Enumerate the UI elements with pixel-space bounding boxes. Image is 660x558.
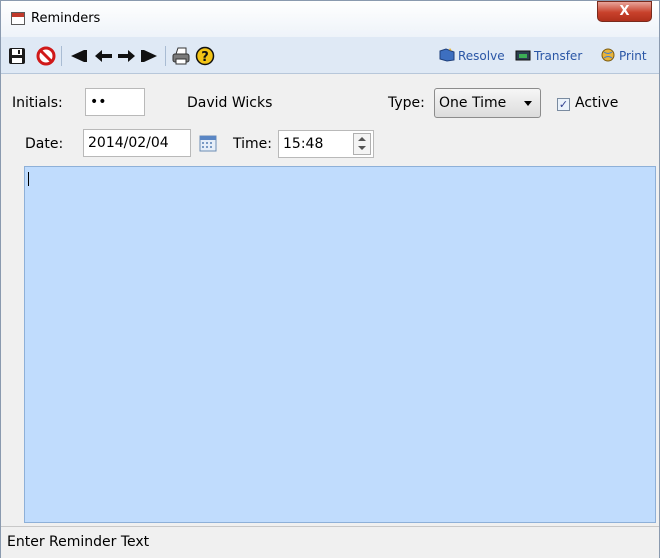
type-label: Type: <box>388 95 425 111</box>
user-name: David Wicks <box>187 95 273 111</box>
last-record-icon[interactable] <box>140 46 160 66</box>
toolbar: ? Resolve Transfer Print <box>1 37 659 74</box>
text-caret <box>28 172 29 186</box>
resolve-label: Resolve <box>458 49 505 63</box>
active-label: Active <box>575 95 619 111</box>
resolve-icon <box>439 48 455 62</box>
close-button[interactable]: X <box>597 1 652 22</box>
reminder-text-area[interactable] <box>24 166 656 523</box>
svg-text:?: ? <box>201 50 209 65</box>
save-icon[interactable] <box>7 46 27 66</box>
time-label: Time: <box>233 136 272 152</box>
print-icon[interactable] <box>171 46 191 66</box>
toolbar-separator <box>165 46 166 66</box>
previous-record-icon[interactable] <box>93 46 113 66</box>
transfer-icon <box>515 48 531 62</box>
type-select-value: One Time <box>439 95 507 111</box>
type-select[interactable]: One Time <box>434 88 541 118</box>
next-record-icon[interactable] <box>117 46 137 66</box>
globe-print-icon <box>600 48 616 62</box>
initials-label: Initials: <box>12 95 63 111</box>
transfer-label: Transfer <box>534 49 583 63</box>
toolbar-separator <box>61 46 62 66</box>
date-field[interactable]: 2014/02/04 <box>83 129 191 157</box>
print-label: Print <box>619 49 647 63</box>
title-bar[interactable]: Reminders X <box>1 1 659 37</box>
reminders-window: Reminders X ? Resolve Transfer Print Ini… <box>0 0 660 558</box>
resolve-button[interactable]: Resolve <box>439 48 505 63</box>
date-label: Date: <box>25 136 64 152</box>
active-checkbox[interactable]: ✓ <box>557 98 570 111</box>
help-icon[interactable]: ? <box>195 46 215 66</box>
print-button[interactable]: Print <box>600 48 647 63</box>
first-record-icon[interactable] <box>68 46 88 66</box>
status-text: Enter Reminder Text <box>7 534 150 550</box>
status-bar: Enter Reminder Text <box>1 526 659 558</box>
spin-down-icon[interactable] <box>358 146 366 150</box>
time-spinner[interactable] <box>353 133 371 155</box>
calendar-icon[interactable] <box>198 133 218 153</box>
window-title: Reminders <box>31 11 101 26</box>
spin-up-icon[interactable] <box>358 137 366 141</box>
transfer-button[interactable]: Transfer <box>515 48 582 63</box>
chevron-down-icon <box>524 101 532 106</box>
app-icon <box>11 12 25 25</box>
cancel-icon[interactable] <box>36 46 56 66</box>
initials-field[interactable]: •• <box>85 88 145 116</box>
